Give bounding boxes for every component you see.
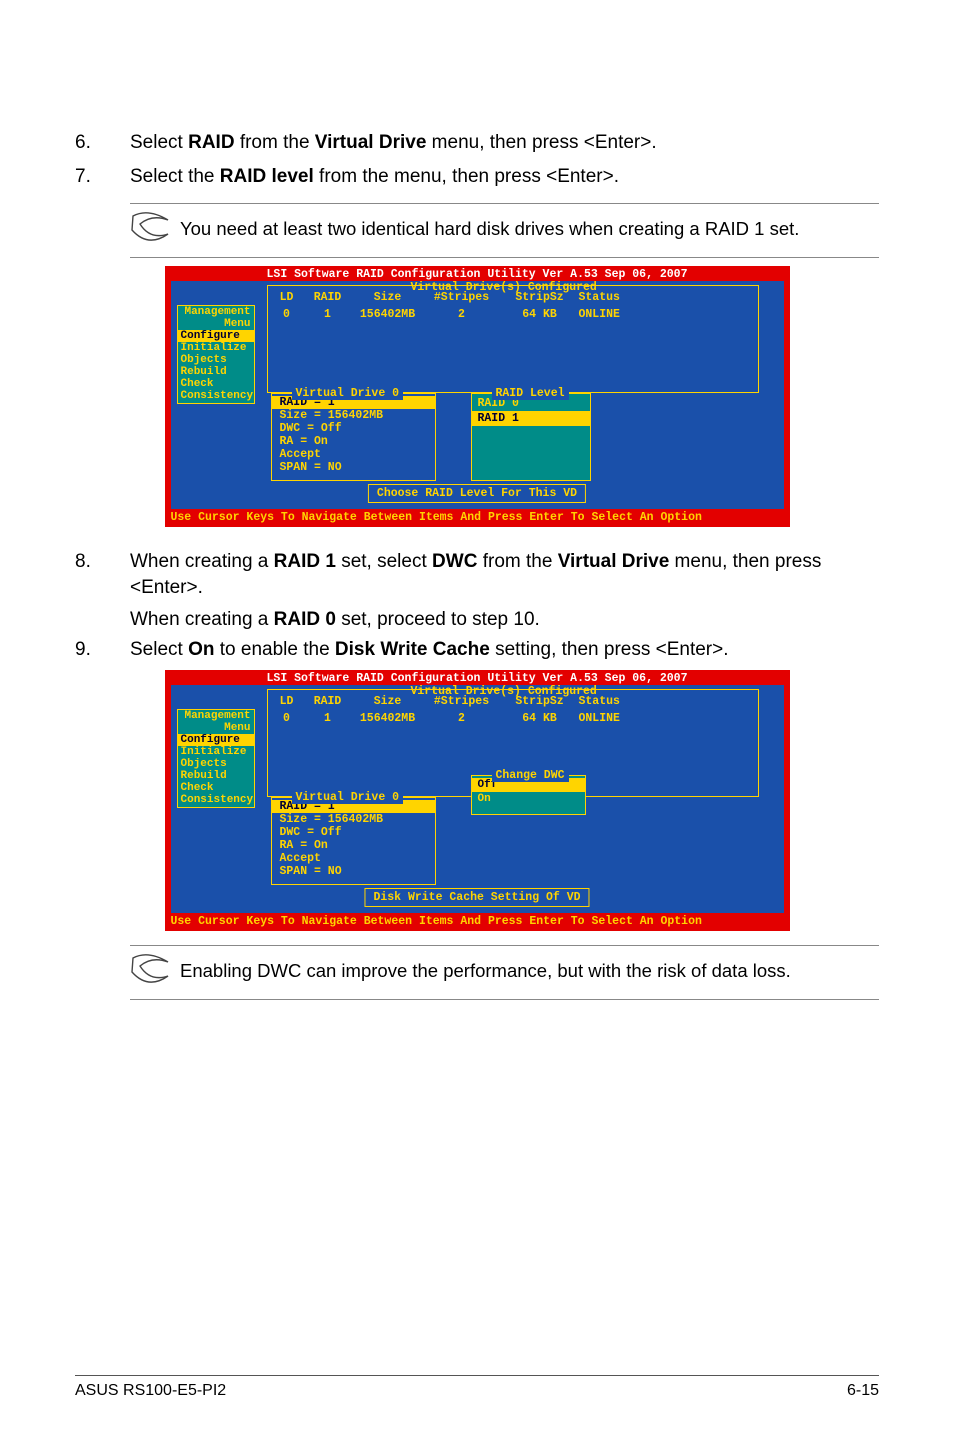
vd0-dwc[interactable]: DWC = Off: [272, 422, 435, 435]
menu-configure[interactable]: Configure: [178, 734, 254, 746]
management-menu[interactable]: Management Menu Configure Initialize Obj…: [177, 305, 255, 404]
step-7: 7. Select the RAID level from the menu, …: [75, 164, 879, 190]
raid-level-title: RAID Level: [492, 387, 569, 400]
t: set, proceed to step 10.: [336, 609, 540, 630]
bios-screenshot-2: LSI Software RAID Configuration Utility …: [165, 670, 790, 931]
step-text: Select On to enable the Disk Write Cache…: [130, 637, 879, 663]
vd0-size[interactable]: Size = 156402MB: [272, 813, 435, 826]
vd0-accept[interactable]: Accept: [272, 852, 435, 865]
step-num: 8.: [75, 549, 130, 600]
t: from the: [235, 132, 315, 153]
menu-initialize[interactable]: Initialize: [178, 746, 254, 758]
t: to enable the: [214, 639, 334, 660]
vd0-span[interactable]: SPAN = NO: [272, 865, 435, 878]
t: RAID 0: [274, 609, 336, 630]
note-icon: [130, 952, 180, 993]
t: RAID: [188, 132, 234, 153]
step-8b: When creating a RAID 0 set, proceed to s…: [130, 609, 879, 631]
menu-objects[interactable]: Objects: [178, 758, 254, 770]
t: RAID 1: [274, 551, 336, 572]
menu-check[interactable]: Check Consistency: [178, 782, 254, 806]
vd0-ra[interactable]: RA = On: [272, 435, 435, 448]
menu-objects[interactable]: Objects: [178, 354, 254, 366]
note-icon: [130, 210, 180, 251]
t: Disk Write Cache: [335, 639, 490, 660]
bios-title: LSI Software RAID Configuration Utility …: [165, 670, 790, 685]
t: setting, then press <Enter>.: [490, 639, 729, 660]
t: Virtual Drive: [315, 132, 427, 153]
page-footer: ASUS RS100-E5-PI2 6-15: [75, 1375, 879, 1400]
step-text: Select the RAID level from the menu, the…: [130, 164, 879, 190]
t: Select: [130, 132, 188, 153]
step-6: 6. Select RAID from the Virtual Drive me…: [75, 130, 879, 156]
note-text: Enabling DWC can improve the performance…: [180, 952, 879, 982]
bios-title: LSI Software RAID Configuration Utility …: [165, 266, 790, 281]
t: RAID level: [220, 166, 314, 187]
raid-level-box: RAID Level RAID 0 RAID 1: [471, 393, 591, 481]
note-text: You need at least two identical hard dis…: [180, 210, 879, 240]
step-text: When creating a RAID 1 set, select DWC f…: [130, 549, 879, 600]
menu-rebuild[interactable]: Rebuild: [178, 366, 254, 378]
bios-body: Virtual Drive(s) Configured LD RAID Size…: [171, 281, 784, 509]
menu-rebuild[interactable]: Rebuild: [178, 770, 254, 782]
t: On: [188, 639, 214, 660]
help-text: Disk Write Cache Setting Of VD: [364, 888, 589, 907]
note-2: Enabling DWC can improve the performance…: [130, 945, 879, 1000]
step-text: Select RAID from the Virtual Drive menu,…: [130, 130, 879, 156]
virtual-drive-0-box: Virtual Drive 0 RAID = 1 Size = 156402MB…: [271, 393, 436, 481]
t: DWC: [432, 551, 477, 572]
vd0-title: Virtual Drive 0: [292, 791, 404, 804]
management-menu[interactable]: Management Menu Configure Initialize Obj…: [177, 709, 255, 808]
raid-1-option[interactable]: RAID 1: [472, 411, 590, 426]
t: menu, then press <Enter>.: [426, 132, 656, 153]
step-num: 9.: [75, 637, 130, 663]
bios-screenshot-1: LSI Software RAID Configuration Utility …: [165, 266, 790, 527]
table-outline: [267, 285, 759, 393]
virtual-drive-0-box: Virtual Drive 0 RAID = 1 Size = 156402MB…: [271, 797, 436, 885]
step-num: 6.: [75, 130, 130, 156]
step-9: 9. Select On to enable the Disk Write Ca…: [75, 637, 879, 663]
t: Virtual Drive: [558, 551, 670, 572]
t: set, select: [336, 551, 432, 572]
t: When creating a: [130, 609, 274, 630]
vd0-dwc[interactable]: DWC = Off: [272, 826, 435, 839]
step-8: 8. When creating a RAID 1 set, select DW…: [75, 549, 879, 600]
bios-body: Virtual Drive(s) Configured LD RAID Size…: [171, 685, 784, 913]
bios-footer: Use Cursor Keys To Navigate Between Item…: [165, 509, 790, 527]
t: Select the: [130, 166, 220, 187]
t: When creating a: [130, 551, 274, 572]
vd0-accept[interactable]: Accept: [272, 448, 435, 461]
help-text: Choose RAID Level For This VD: [368, 484, 586, 503]
vd0-size[interactable]: Size = 156402MB: [272, 409, 435, 422]
menu-initialize[interactable]: Initialize: [178, 342, 254, 354]
t: from the: [477, 551, 557, 572]
change-dwc-title: Change DWC: [492, 769, 569, 782]
t: Select: [130, 639, 188, 660]
bios-footer: Use Cursor Keys To Navigate Between Item…: [165, 913, 790, 931]
dwc-on-option[interactable]: On: [472, 792, 585, 806]
vd0-ra[interactable]: RA = On: [272, 839, 435, 852]
vd0-title: Virtual Drive 0: [292, 387, 404, 400]
note-1: You need at least two identical hard dis…: [130, 203, 879, 258]
menu-title: Management Menu: [178, 306, 254, 330]
footer-right: 6-15: [847, 1382, 879, 1400]
menu-configure[interactable]: Configure: [178, 330, 254, 342]
menu-check[interactable]: Check Consistency: [178, 378, 254, 402]
t: from the menu, then press <Enter>.: [314, 166, 619, 187]
step-num: 7.: [75, 164, 130, 190]
footer-left: ASUS RS100-E5-PI2: [75, 1382, 226, 1400]
change-dwc-box: Change DWC Off On: [471, 775, 586, 815]
menu-title: Management Menu: [178, 710, 254, 734]
vd0-span[interactable]: SPAN = NO: [272, 461, 435, 474]
